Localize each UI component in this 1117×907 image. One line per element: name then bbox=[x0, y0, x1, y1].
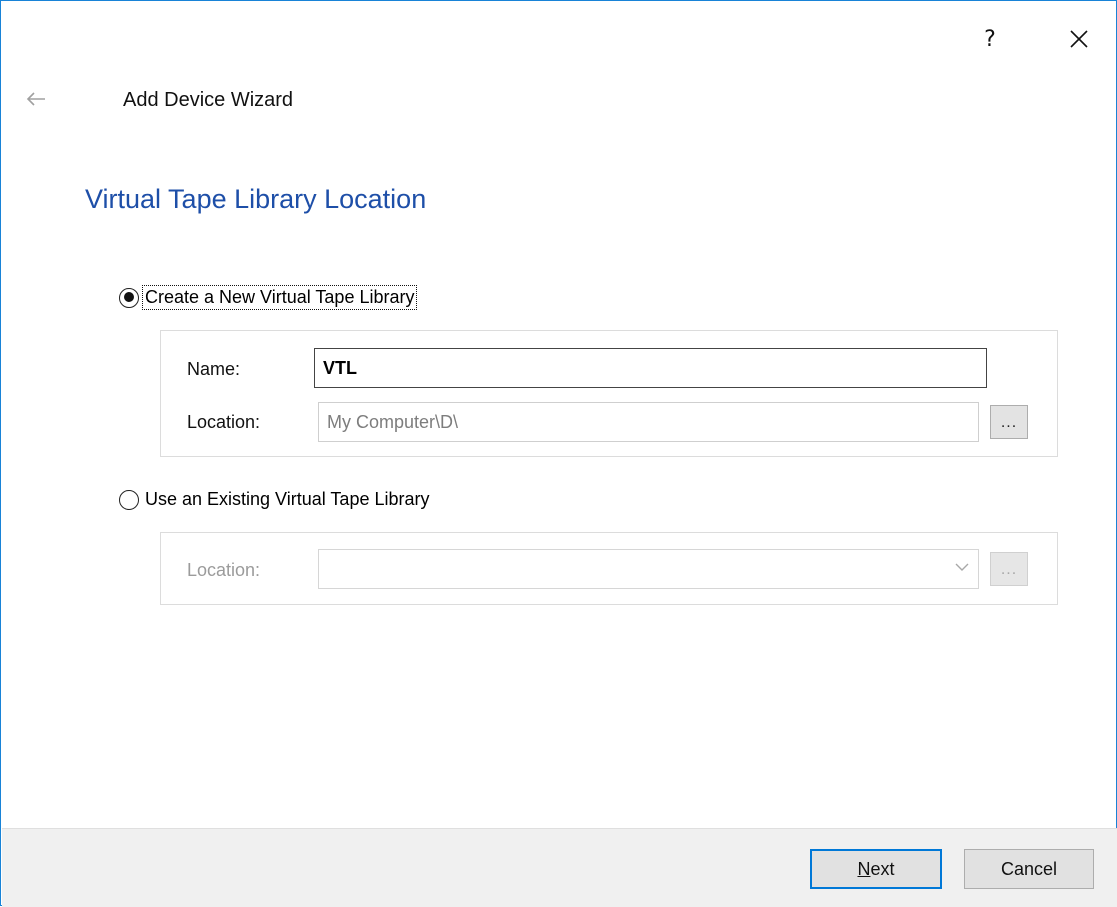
page-heading: Virtual Tape Library Location bbox=[85, 184, 427, 214]
chevron-down-icon bbox=[955, 563, 969, 571]
next-button[interactable]: Next bbox=[810, 849, 942, 889]
location-input[interactable]: My Computer\D\ bbox=[318, 402, 979, 442]
use-existing-group: Location: ... bbox=[160, 532, 1058, 605]
create-new-label[interactable]: Create a New Virtual Tape Library bbox=[141, 285, 418, 310]
use-existing-radio[interactable] bbox=[119, 489, 139, 510]
name-input-value: VTL bbox=[323, 357, 357, 378]
wizard-window: ? Add Device Wizard Virtual Tape Library… bbox=[0, 0, 1117, 907]
footer-bar: Next Cancel bbox=[2, 828, 1117, 907]
name-input[interactable]: VTL bbox=[314, 348, 987, 388]
use-existing-option[interactable]: Use an Existing Virtual Tape Library bbox=[119, 488, 431, 511]
location-input-value: My Computer\D\ bbox=[327, 411, 459, 432]
help-button[interactable]: ? bbox=[973, 23, 1007, 57]
existing-browse-button[interactable]: ... bbox=[990, 552, 1028, 586]
existing-location-label: Location: bbox=[187, 560, 261, 580]
create-new-option[interactable]: Create a New Virtual Tape Library bbox=[119, 285, 418, 310]
existing-location-dropdown[interactable] bbox=[318, 549, 979, 589]
cancel-button[interactable]: Cancel bbox=[964, 849, 1094, 889]
location-label: Location: bbox=[187, 412, 261, 432]
back-arrow-icon bbox=[26, 92, 45, 106]
browse-button[interactable]: ... bbox=[990, 405, 1028, 439]
name-label: Name: bbox=[187, 359, 241, 379]
create-new-radio[interactable] bbox=[119, 287, 139, 308]
close-button[interactable] bbox=[1061, 21, 1097, 57]
next-button-label: Next bbox=[857, 858, 895, 879]
use-existing-label[interactable]: Use an Existing Virtual Tape Library bbox=[143, 488, 431, 511]
back-button[interactable] bbox=[23, 85, 51, 113]
close-icon bbox=[1070, 30, 1088, 48]
create-new-group: Name: VTL Location: My Computer\D\ ... bbox=[160, 330, 1058, 457]
wizard-title: Add Device Wizard bbox=[123, 89, 294, 111]
